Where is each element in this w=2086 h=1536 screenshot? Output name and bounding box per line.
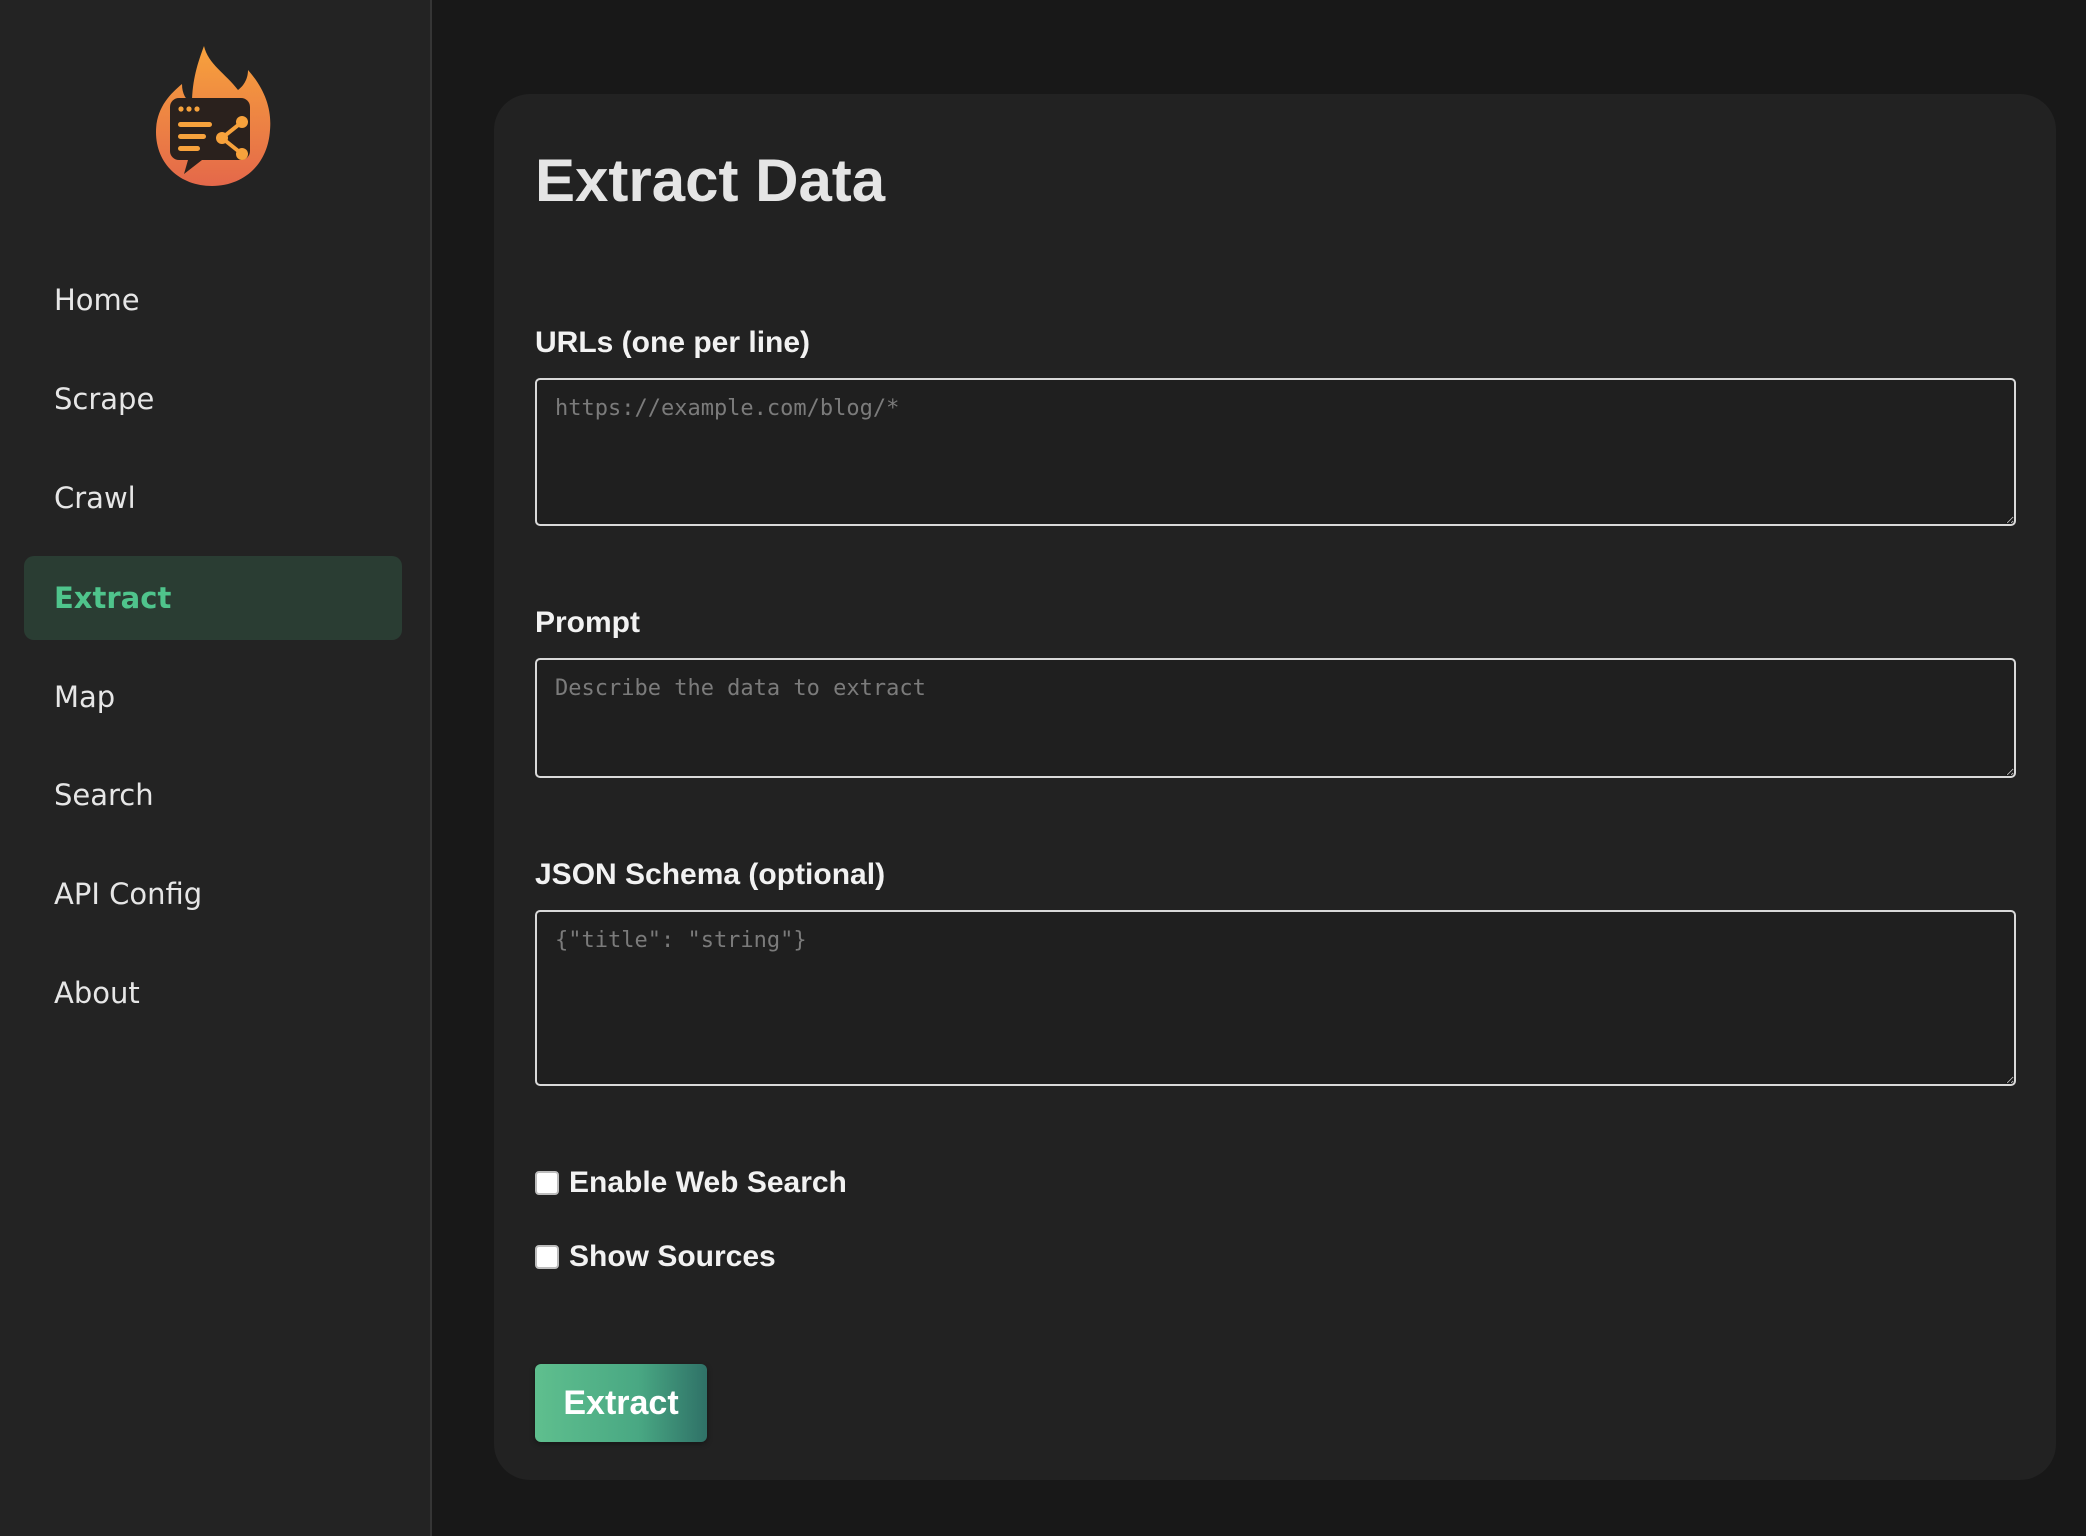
- extract-panel: Extract Data URLs (one per line) Prompt …: [494, 94, 2056, 1480]
- flame-chat-logo: [156, 46, 271, 186]
- web-search-label[interactable]: Enable Web Search: [569, 1166, 847, 1200]
- urls-label: URLs (one per line): [535, 326, 811, 359]
- json-schema-label: JSON Schema (optional): [535, 858, 886, 891]
- sidebar-item-api-config[interactable]: API Config: [24, 852, 402, 936]
- web-search-option: Enable Web Search: [535, 1166, 847, 1200]
- sidebar-item-search[interactable]: Search: [24, 753, 402, 837]
- page-title: Extract Data: [535, 147, 886, 214]
- show-sources-option: Show Sources: [535, 1240, 776, 1274]
- web-search-checkbox[interactable]: [535, 1171, 559, 1195]
- sidebar-item-extract[interactable]: Extract: [24, 556, 402, 640]
- prompt-label: Prompt: [535, 606, 640, 639]
- json-schema-input[interactable]: [535, 910, 2016, 1086]
- sidebar-item-about[interactable]: About: [24, 951, 402, 1035]
- app-window: Home Scrape Crawl Extract Map Search API…: [0, 0, 2086, 1536]
- urls-input[interactable]: [535, 378, 2016, 526]
- show-sources-checkbox[interactable]: [535, 1245, 559, 1269]
- sidebar-item-scrape[interactable]: Scrape: [24, 357, 402, 441]
- sidebar-item-crawl[interactable]: Crawl: [24, 456, 402, 540]
- show-sources-label[interactable]: Show Sources: [569, 1240, 776, 1274]
- sidebar: Home Scrape Crawl Extract Map Search API…: [0, 0, 432, 1536]
- prompt-input[interactable]: [535, 658, 2016, 778]
- extract-button[interactable]: Extract: [535, 1364, 707, 1442]
- sidebar-item-map[interactable]: Map: [24, 655, 402, 739]
- sidebar-item-home[interactable]: Home: [24, 258, 402, 342]
